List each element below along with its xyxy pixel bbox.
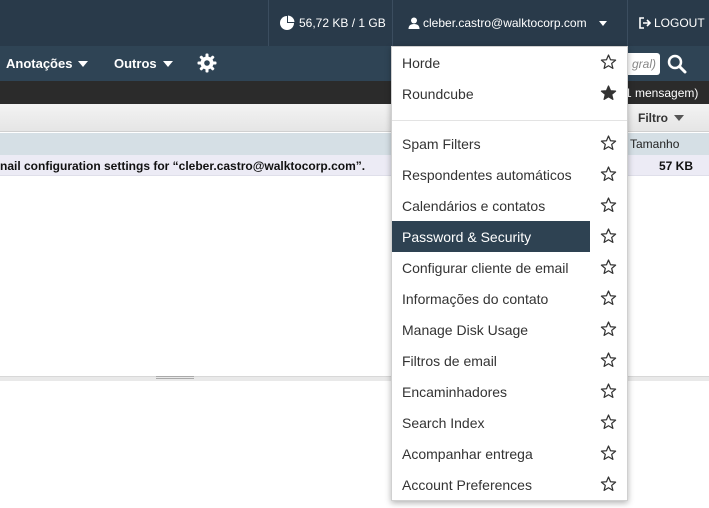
splitter-grip-icon[interactable] (156, 376, 194, 379)
user-dropdown-menu: Horde Roundcube Spam Filters Respondente… (391, 46, 628, 501)
star-outline-icon[interactable] (600, 135, 617, 151)
menu-item-respondentes-automaticos[interactable]: Respondentes automáticos (392, 159, 627, 190)
search-placeholder: gral) (631, 57, 656, 71)
menu-item-acompanhar-entrega[interactable]: Acompanhar entrega (392, 438, 627, 469)
nav-item-label: Outros (114, 56, 157, 71)
pie-chart-icon (280, 15, 295, 30)
logout-button[interactable]: LOGOUT (627, 0, 709, 46)
menu-item-filtros-de-email[interactable]: Filtros de email (392, 345, 627, 376)
menu-item-encaminhadores[interactable]: Encaminhadores (392, 376, 627, 407)
star-outline-icon[interactable] (600, 290, 617, 306)
column-header-size[interactable]: Tamanho (630, 133, 679, 155)
user-email: cleber.castro@walktocorp.com (423, 16, 587, 30)
disk-quota[interactable]: 56,72 KB / 1 GB (268, 0, 393, 46)
message-subject[interactable]: nail configuration settings for “cleber.… (0, 155, 365, 176)
message-size: 57 KB (659, 158, 694, 173)
menu-item-spam-filters[interactable]: Spam Filters (392, 128, 627, 159)
star-outline-icon[interactable] (600, 228, 617, 244)
menu-item-informacoes-do-contato[interactable]: Informações do contato (392, 283, 627, 314)
star-outline-icon[interactable] (600, 259, 617, 275)
menu-item-manage-disk-usage[interactable]: Manage Disk Usage (392, 314, 627, 345)
caret-down-icon (78, 60, 89, 67)
menu-item-configurar-cliente-de-email[interactable]: Configurar cliente de email (392, 252, 627, 283)
star-outline-icon[interactable] (600, 197, 617, 213)
menu-item-label: Configurar cliente de email (402, 259, 569, 276)
menu-item-label: Horde (402, 54, 441, 71)
nav-item-anotacoes[interactable]: Anotações (6, 46, 89, 81)
logout-icon (639, 17, 652, 29)
menu-item-label: Password & Security (402, 228, 532, 245)
menu-item-label: Calendários e contatos (402, 197, 546, 214)
menu-item-password-security[interactable]: Password & Security (392, 221, 627, 252)
star-filled-icon[interactable] (600, 85, 617, 101)
menu-item-label: Account Preferences (402, 476, 532, 493)
menu-item-label: Acompanhar entrega (402, 445, 533, 462)
menu-divider (392, 120, 627, 121)
caret-down-icon (162, 60, 173, 67)
star-outline-icon[interactable] (600, 445, 617, 461)
webmail-page: 56,72 KB / 1 GB cleber.castro@walktocorp… (0, 0, 709, 508)
star-outline-icon[interactable] (600, 352, 617, 368)
menu-item-label: Spam Filters (402, 135, 481, 152)
disk-quota-text: 56,72 KB / 1 GB (299, 16, 386, 30)
search-icon[interactable] (667, 54, 687, 74)
menu-item-label: Informações do contato (402, 290, 549, 307)
caret-down-icon (598, 20, 607, 26)
menu-item-label: Roundcube (402, 85, 474, 102)
star-outline-icon[interactable] (600, 476, 617, 492)
menu-item-label: Respondentes automáticos (402, 166, 572, 183)
star-outline-icon[interactable] (600, 54, 617, 70)
menu-item-roundcube[interactable]: Roundcube (392, 78, 627, 109)
menu-item-label: Filtros de email (402, 352, 497, 369)
nav-item-outros[interactable]: Outros (114, 46, 173, 81)
filter-dropdown[interactable]: Filtro (638, 104, 684, 132)
menu-item-label: Encaminhadores (402, 383, 508, 400)
caret-down-icon (674, 115, 684, 121)
star-outline-icon[interactable] (600, 383, 617, 399)
menu-item-calendarios-e-contatos[interactable]: Calendários e contatos (392, 190, 627, 221)
user-menu-button[interactable]: cleber.castro@walktocorp.com (394, 0, 626, 46)
menu-item-horde[interactable]: Horde (392, 47, 627, 78)
gear-icon[interactable] (197, 53, 217, 73)
star-outline-icon[interactable] (600, 414, 617, 430)
menu-item-label: Search Index (402, 414, 485, 431)
star-outline-icon[interactable] (600, 321, 617, 337)
message-count: 1 mensagem) (625, 85, 699, 100)
nav-item-label: Anotações (6, 56, 73, 71)
user-icon (408, 17, 420, 29)
menu-item-account-preferences[interactable]: Account Preferences (392, 469, 627, 500)
menu-item-search-index[interactable]: Search Index (392, 407, 627, 438)
menu-item-label: Manage Disk Usage (402, 321, 529, 338)
filter-label: Filtro (638, 111, 668, 125)
star-outline-icon[interactable] (600, 166, 617, 182)
logout-label: LOGOUT (654, 16, 705, 30)
